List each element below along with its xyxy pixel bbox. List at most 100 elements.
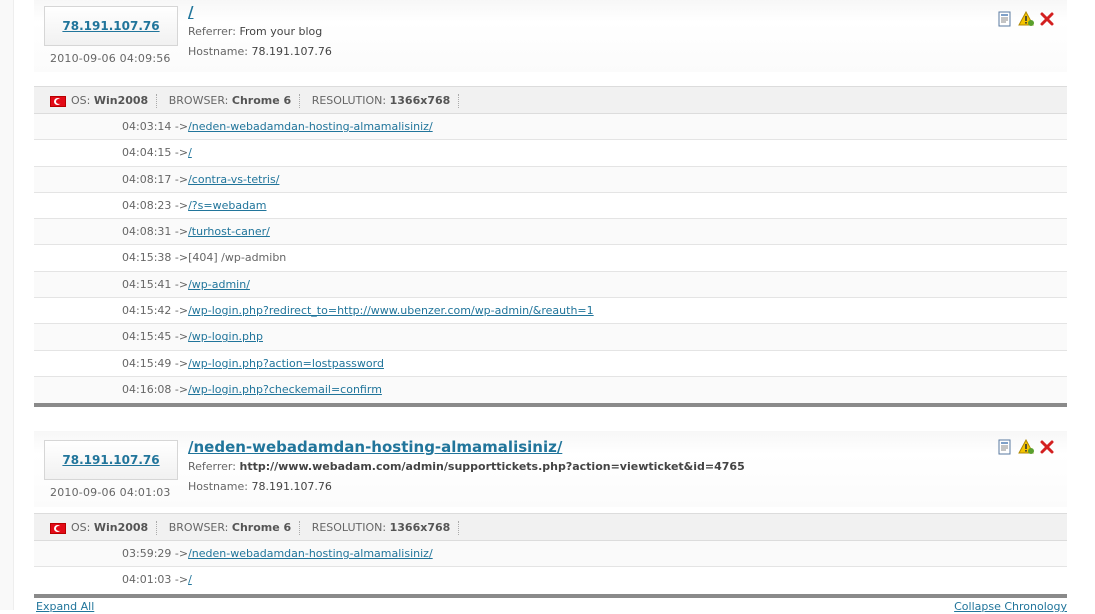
hit-time: 04:03:14 xyxy=(122,120,172,133)
hit-time: 04:01:03 xyxy=(122,573,172,587)
hostname-line: Hostname: 78.191.107.76 xyxy=(188,477,745,497)
hit-arrow: -> xyxy=(174,547,189,560)
hit-arrow: -> xyxy=(174,146,189,160)
hit-time: 04:08:23 xyxy=(122,198,172,212)
hit-path-link[interactable]: /turhost-caner/ xyxy=(188,225,270,238)
browser-value: Chrome 6 xyxy=(231,94,292,107)
os-value: Win2008 xyxy=(93,94,149,107)
hit-arrow: -> xyxy=(174,356,189,370)
hostname-value: 78.191.107.76 xyxy=(251,45,332,58)
hit-time: 04:15:49 xyxy=(122,356,172,370)
hit-list: 04:03:14 ->/neden-webadamdan-hosting-alm… xyxy=(34,114,1067,408)
visit-actions xyxy=(996,10,1055,27)
hit-path-link[interactable]: /wp-login.php?checkemail=confirm xyxy=(188,383,382,396)
hit-arrow: -> xyxy=(174,251,189,265)
hit-arrow: -> xyxy=(174,573,189,587)
ip-box: 78.191.107.76 xyxy=(44,440,178,480)
hit-path-link[interactable]: /wp-admin/ xyxy=(188,278,250,291)
hostname-line: Hostname: 78.191.107.76 xyxy=(188,42,332,62)
hit-arrow: -> xyxy=(174,225,189,239)
hit-arrow: -> xyxy=(174,120,189,133)
visit-info: / Referrer: From your blog Hostname: 78.… xyxy=(188,2,332,62)
hit-path-link[interactable]: /wp-login.php xyxy=(188,330,263,343)
resolution-value: 1366x768 xyxy=(389,521,451,534)
delete-icon[interactable] xyxy=(1038,438,1055,455)
warning-icon[interactable] xyxy=(1017,10,1034,27)
referrer-label: Referrer: xyxy=(188,25,236,38)
visit-date: 2010-09-06 04:09:56 xyxy=(50,52,171,65)
hit-arrow: -> xyxy=(174,382,189,396)
referrer-label: Referrer: xyxy=(188,460,236,473)
hit-time: 03:59:29 xyxy=(122,547,172,560)
visit-header: 78.191.107.76 2010-09-06 04:09:56 / Refe… xyxy=(34,0,1067,72)
browser-segment: BROWSER: Chrome 6 xyxy=(168,94,301,108)
visit-date: 2010-09-06 04:01:03 xyxy=(50,486,171,499)
visit-actions xyxy=(996,438,1055,455)
hit-time: 04:15:45 xyxy=(122,330,172,344)
resolution-label: RESOLUTION: xyxy=(311,521,387,534)
collapse-chronology-link[interactable]: Collapse Chronology xyxy=(954,600,1067,613)
os-segment: OS: Win2008 xyxy=(50,521,158,535)
hit-row: 03:59:29 ->/neden-webadamdan-hosting-alm… xyxy=(34,541,1067,568)
hit-path-link[interactable]: /wp-login.php?redirect_to=http://www.ube… xyxy=(188,304,594,317)
hit-row: 04:15:49 ->/wp-login.php?action=lostpass… xyxy=(34,350,1067,377)
hit-row: 04:15:41 ->/wp-admin/ xyxy=(34,271,1067,299)
hit-arrow: -> xyxy=(174,330,189,344)
hit-row: 04:15:38 ->[404] /wp-admibn xyxy=(34,245,1067,272)
os-label: OS: xyxy=(71,521,91,534)
hit-path-link[interactable]: /neden-webadamdan-hosting-almamalisiniz/ xyxy=(188,120,433,133)
resolution-segment: RESOLUTION: 1366x768 xyxy=(312,94,460,108)
delete-icon[interactable] xyxy=(1038,10,1055,27)
hit-time: 04:16:08 xyxy=(122,382,172,396)
referrer-value: From your blog xyxy=(239,25,323,38)
hit-arrow: -> xyxy=(174,172,189,186)
details-icon[interactable] xyxy=(996,10,1013,27)
spacer xyxy=(34,72,1067,86)
entry-page-link[interactable]: / xyxy=(188,2,332,22)
hit-row: 04:04:15 ->/ xyxy=(34,140,1067,167)
ip-link[interactable]: 78.191.107.76 xyxy=(62,453,159,467)
system-info-bar: OS: Win2008 BROWSER: Chrome 6 RESOLUTION… xyxy=(34,86,1067,114)
hit-time: 04:08:17 xyxy=(122,172,172,186)
hit-time: 04:08:31 xyxy=(122,225,172,239)
os-segment: OS: Win2008 xyxy=(50,94,158,108)
turkey-flag-icon xyxy=(50,522,66,534)
hit-path-link[interactable]: /neden-webadamdan-hosting-almamalisiniz/ xyxy=(188,547,433,560)
browser-label: BROWSER: xyxy=(168,94,229,107)
hit-path-link[interactable]: / xyxy=(188,146,192,159)
ip-link[interactable]: 78.191.107.76 xyxy=(62,19,159,33)
hit-path-link[interactable]: / xyxy=(188,573,192,586)
warning-icon[interactable] xyxy=(1017,438,1034,455)
hit-path-link[interactable]: /contra-vs-tetris/ xyxy=(188,173,279,186)
hit-arrow: -> xyxy=(174,277,189,291)
system-info-bar: OS: Win2008 BROWSER: Chrome 6 RESOLUTION… xyxy=(34,513,1067,541)
hit-path-link[interactable]: /wp-login.php?action=lostpassword xyxy=(188,357,384,370)
hit-time: 04:15:42 xyxy=(122,304,172,318)
expand-all-link[interactable]: Expand All xyxy=(36,600,94,613)
hit-arrow: -> xyxy=(174,198,189,212)
hit-row: 04:16:08 ->/wp-login.php?checkemail=conf… xyxy=(34,376,1067,404)
os-value: Win2008 xyxy=(93,521,149,534)
hit-row: 04:03:14 ->/neden-webadamdan-hosting-alm… xyxy=(34,114,1067,141)
hit-list: 03:59:29 ->/neden-webadamdan-hosting-alm… xyxy=(34,541,1067,598)
resolution-label: RESOLUTION: xyxy=(311,94,387,107)
referrer-line: Referrer: http://www.webadam.com/admin/s… xyxy=(188,457,745,477)
hit-path-link[interactable]: /?s=webadam xyxy=(188,199,266,212)
footer-bar: Expand All Collapse Chronology xyxy=(36,600,1067,614)
turkey-flag-icon xyxy=(50,95,66,107)
details-icon[interactable] xyxy=(996,438,1013,455)
hit-row: 04:08:31 ->/turhost-caner/ xyxy=(34,219,1067,246)
entry-page-link[interactable]: /neden-webadamdan-hosting-almamalisiniz/ xyxy=(188,437,745,457)
hit-arrow: -> xyxy=(174,304,189,318)
hit-row: 04:01:03 ->/ xyxy=(34,567,1067,594)
referrer-value: http://www.webadam.com/admin/supporttick… xyxy=(239,460,745,473)
os-label: OS: xyxy=(71,94,91,107)
hit-path-text: [404] /wp-admibn xyxy=(188,251,287,265)
resolution-value: 1366x768 xyxy=(389,94,451,107)
browser-segment: BROWSER: Chrome 6 xyxy=(169,521,301,535)
visit-block: 78.191.107.76 2010-09-06 04:01:03 /neden… xyxy=(34,431,1067,598)
hit-time: 04:15:38 xyxy=(122,251,172,265)
hit-row: 04:08:17 ->/contra-vs-tetris/ xyxy=(34,166,1067,193)
browser-value: Chrome 6 xyxy=(231,521,292,534)
resolution-segment: RESOLUTION: 1366x768 xyxy=(312,521,460,535)
